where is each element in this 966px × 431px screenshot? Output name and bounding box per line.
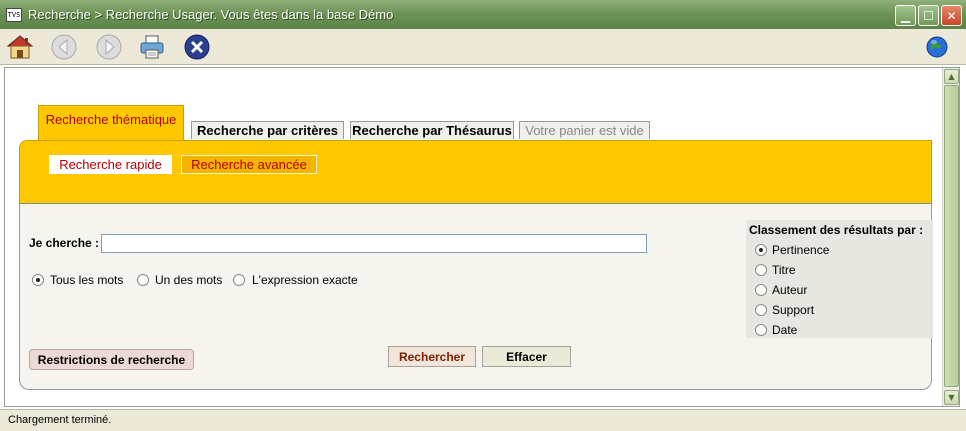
scroll-down-icon[interactable]: ▼ <box>944 390 959 405</box>
subtab-recherche-avancee[interactable]: Recherche avancée <box>181 155 317 174</box>
sort-title: Classement des résultats par : <box>749 223 924 237</box>
back-icon[interactable] <box>49 32 79 62</box>
maximize-icon[interactable]: ☐ <box>918 5 939 26</box>
subtab-recherche-rapide[interactable]: Recherche rapide <box>49 155 172 174</box>
close-icon[interactable]: ✕ <box>941 5 962 26</box>
forward-icon[interactable] <box>94 32 124 62</box>
sort-option-label: Date <box>772 323 798 337</box>
vertical-scrollbar[interactable]: ▲ ▼ <box>942 68 959 406</box>
globe-icon[interactable] <box>922 32 952 62</box>
radio-tous-les-mots[interactable] <box>32 274 44 286</box>
radio-label: L'expression exacte <box>252 273 358 287</box>
sort-option-label: Pertinence <box>772 243 830 257</box>
radio-sort-date[interactable] <box>755 324 767 336</box>
sort-option-label: Support <box>772 303 815 317</box>
radio-sort-pertinence[interactable] <box>755 244 767 256</box>
search-input[interactable] <box>101 234 647 253</box>
radio-label: Un des mots <box>155 273 223 287</box>
sort-option-label: Auteur <box>772 283 808 297</box>
cancel-icon[interactable] <box>182 32 212 62</box>
search-button[interactable]: Rechercher <box>388 346 476 367</box>
radio-sort-titre[interactable] <box>755 264 767 276</box>
content-frame: Recherche thématique Recherche par critè… <box>4 67 960 407</box>
clear-button[interactable]: Effacer <box>482 346 571 367</box>
window-controls: ▁ ☐ ✕ <box>895 5 962 26</box>
status-text: Chargement terminé. <box>8 414 112 426</box>
sort-box: Classement des résultats par : Pertinenc… <box>746 220 933 338</box>
radio-label: Tous les mots <box>50 273 124 287</box>
status-bar: Chargement terminé. <box>0 409 966 431</box>
restrictions-button[interactable]: Restrictions de recherche <box>29 349 194 370</box>
tab-panier: Votre panier est vide <box>519 121 650 139</box>
radio-un-des-mots[interactable] <box>137 274 149 286</box>
sort-option-label: Titre <box>772 263 796 277</box>
subtab-panel: Recherche rapide Recherche avancée <box>19 140 932 204</box>
search-label: Je cherche : <box>29 236 100 250</box>
search-panel: Je cherche : Tous les mots Un des mots L… <box>19 204 933 390</box>
radio-sort-auteur[interactable] <box>755 284 767 296</box>
radio-sort-support[interactable] <box>755 304 767 316</box>
tab-recherche-par-thesaurus[interactable]: Recherche par Thésaurus <box>350 121 514 139</box>
toolbar <box>0 29 966 65</box>
window-title: Recherche > Recherche Usager. Vous êtes … <box>28 7 394 22</box>
print-icon[interactable] <box>137 32 167 62</box>
app-icon: TVS <box>6 7 22 22</box>
scroll-up-icon[interactable]: ▲ <box>944 69 959 84</box>
radio-expression-exacte[interactable] <box>233 274 245 286</box>
tab-recherche-thematique[interactable]: Recherche thématique <box>38 105 184 141</box>
home-icon[interactable] <box>5 32 35 62</box>
tab-recherche-par-criteres[interactable]: Recherche par critères <box>191 121 344 139</box>
minimize-icon[interactable]: ▁ <box>895 5 916 26</box>
title-bar: TVS Recherche > Recherche Usager. Vous ê… <box>0 0 966 29</box>
scroll-thumb[interactable] <box>944 85 959 387</box>
